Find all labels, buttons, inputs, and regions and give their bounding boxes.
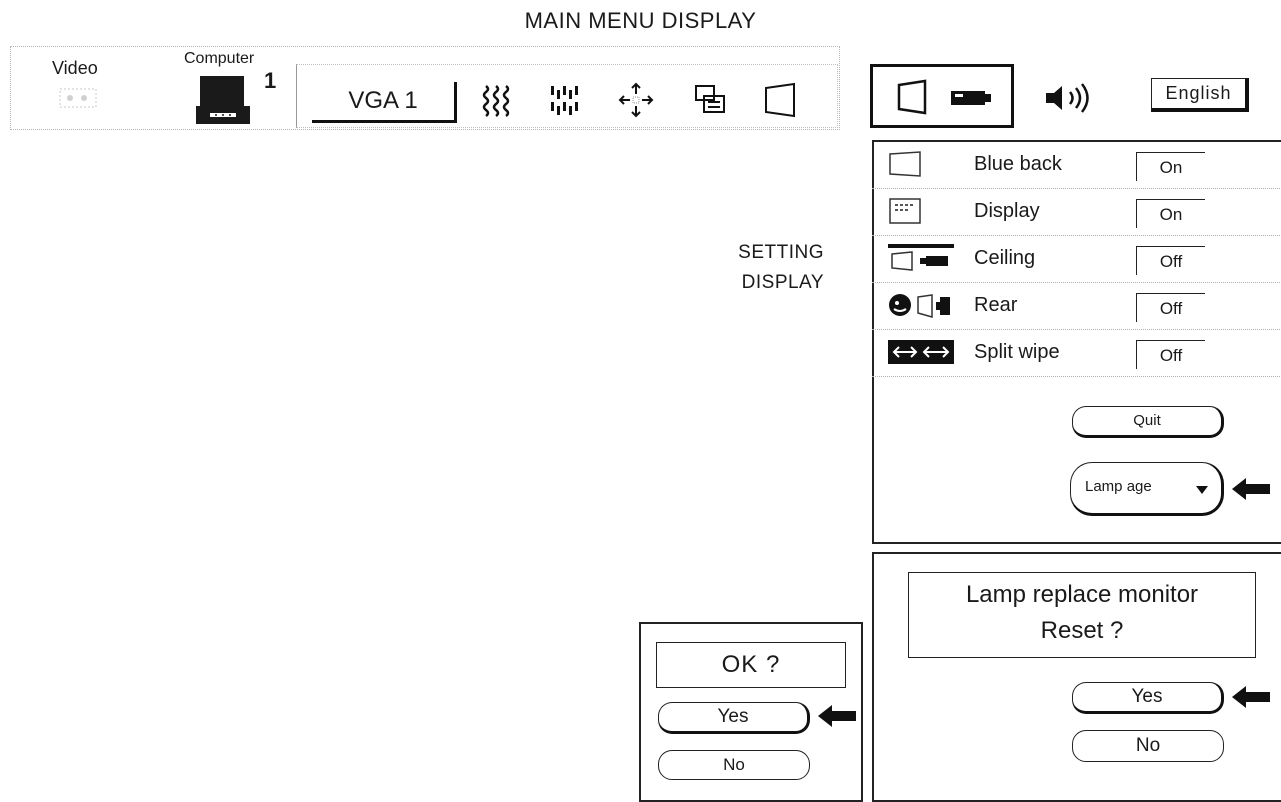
display-icon (889, 198, 921, 224)
page-title: MAIN MENU DISPLAY (524, 8, 757, 33)
setting-label: Ceiling (974, 247, 1036, 269)
setting-display-label-line1: SETTING (738, 242, 824, 263)
pointer-arrow-icon (818, 705, 856, 727)
speaker-icon[interactable] (1040, 80, 1100, 116)
ok-confirm-message: OK ? (656, 642, 846, 688)
setting-row-ceiling[interactable]: Ceiling Off (872, 236, 1281, 283)
setting-tab[interactable] (870, 64, 1014, 128)
projector-icon (951, 91, 991, 105)
lamp-yes-button[interactable]: Yes (1072, 682, 1224, 714)
computer-label: Computer (184, 50, 255, 67)
setting-value[interactable]: Off (1136, 246, 1205, 275)
video-label: Video (52, 58, 98, 78)
setting-row-split-wipe[interactable]: Split wipe Off (872, 330, 1281, 376)
setting-label: Display (974, 200, 1040, 222)
setting-row-display[interactable]: Display On (872, 189, 1281, 236)
lamp-reset-line1: Lamp replace monitor (965, 581, 1199, 608)
frame-adjust-icon[interactable] (546, 80, 586, 120)
ceiling-icon (888, 244, 954, 271)
split-wipe-icon (888, 340, 954, 364)
setting-value[interactable]: On (1136, 152, 1205, 181)
lamp-no-button[interactable]: No (1072, 730, 1224, 762)
setting-value[interactable]: On (1136, 199, 1205, 228)
lamp-age-button[interactable]: Lamp age (1070, 462, 1224, 516)
setting-label: Blue back (974, 153, 1062, 175)
setting-row-rear[interactable]: Rear Off (872, 283, 1281, 330)
lamp-reset-line2: Reset ? (1040, 617, 1124, 644)
setting-row-blue-back[interactable]: Blue back On (872, 142, 1281, 189)
setting-value[interactable]: Off (1136, 340, 1205, 369)
computer-icon[interactable] (196, 72, 260, 128)
wave-adjust-icon[interactable] (478, 80, 518, 120)
blue-back-icon (889, 151, 921, 177)
setting-label: Rear (974, 294, 1018, 316)
setting-display-label-line2: DISPLAY (741, 272, 824, 293)
language-button[interactable]: English (1151, 78, 1249, 112)
computer-number: 1 (264, 68, 277, 93)
video-icon[interactable] (58, 86, 100, 112)
ok-yes-button[interactable]: Yes (658, 702, 810, 734)
screen-adjust-icon[interactable] (760, 80, 800, 120)
divider (872, 376, 1281, 377)
picture-adjust-icon[interactable] (690, 80, 730, 120)
rear-icon (889, 294, 950, 318)
ok-no-button[interactable]: No (658, 750, 810, 780)
chevron-down-icon (1196, 486, 1208, 494)
pointer-arrow-icon (1232, 686, 1270, 708)
lamp-age-label: Lamp age (1085, 478, 1152, 495)
pointer-arrow-icon (1232, 478, 1270, 500)
setting-label: Split wipe (974, 341, 1060, 363)
source-selector[interactable]: VGA 1 (312, 82, 457, 123)
quit-button[interactable]: Quit (1072, 406, 1224, 438)
setting-screen-icon (897, 79, 927, 115)
lamp-reset-message: Lamp replace monitor Reset ? (908, 572, 1256, 658)
position-adjust-icon[interactable] (616, 80, 656, 120)
setting-value[interactable]: Off (1136, 293, 1205, 322)
